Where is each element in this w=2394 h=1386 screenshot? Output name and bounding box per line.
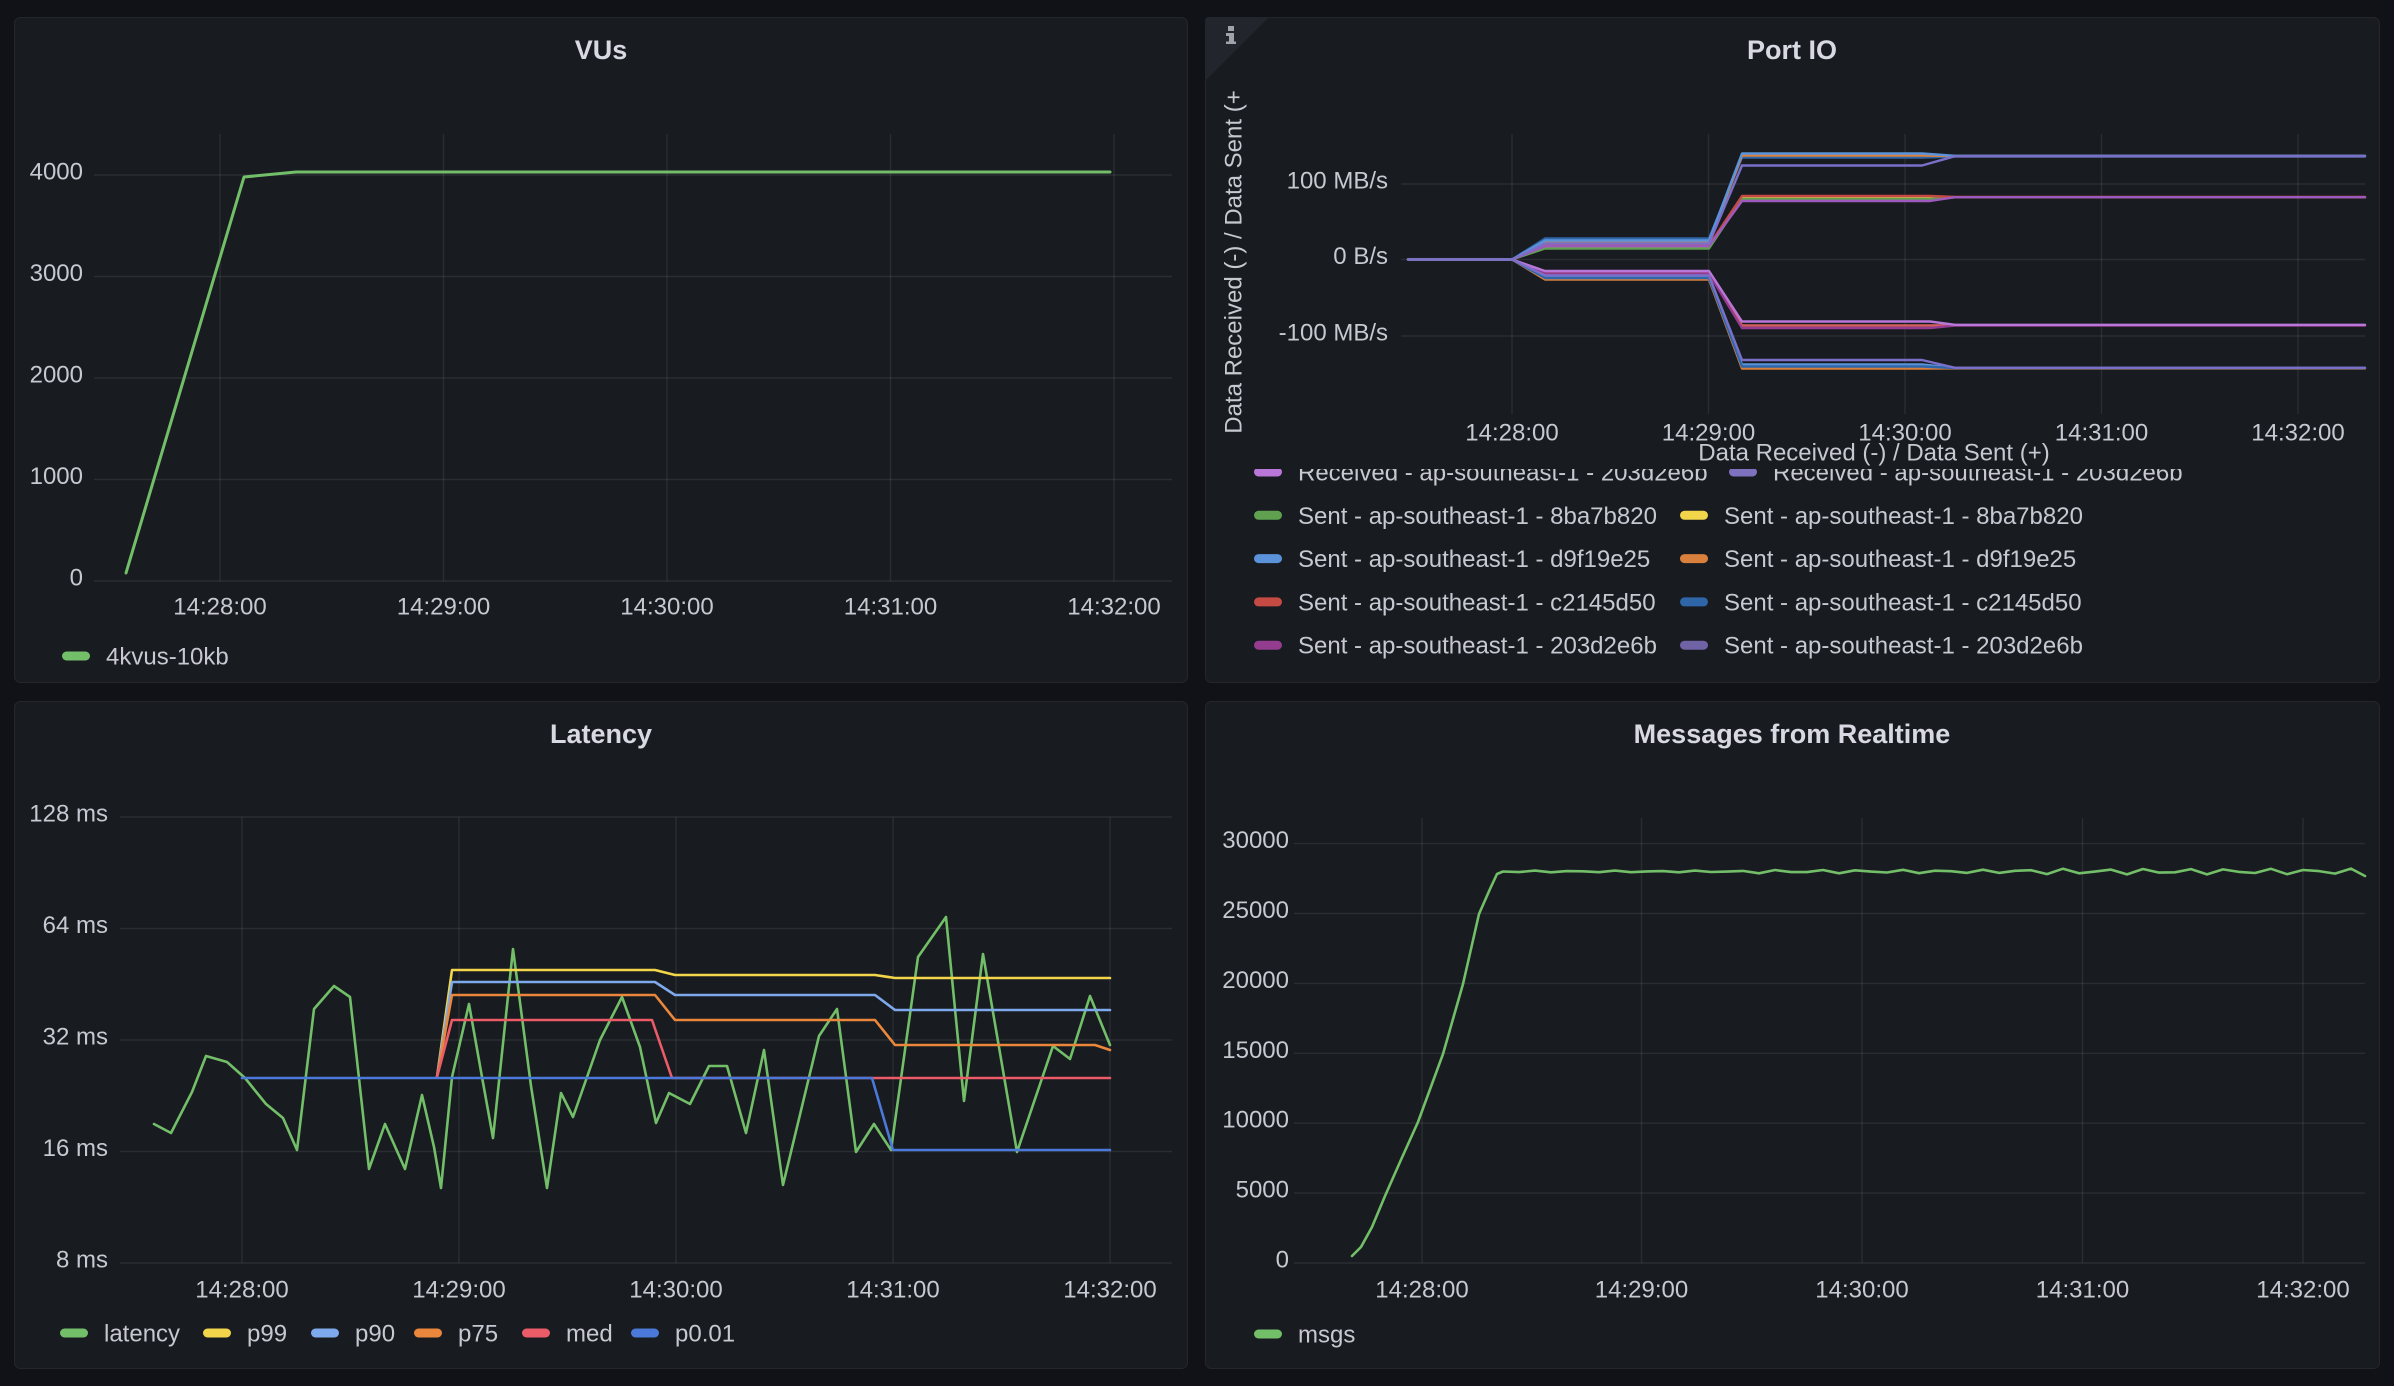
svg-text:0: 0	[1276, 1247, 1289, 1274]
svg-text:10000: 10000	[1222, 1107, 1289, 1134]
svg-text:p75: p75	[458, 1321, 498, 1348]
svg-text:Sent - ap-southeast-1 - 8ba7b8: Sent - ap-southeast-1 - 8ba7b820	[1724, 503, 2083, 530]
svg-text:4000: 4000	[30, 159, 83, 186]
svg-text:Sent - ap-southeast-1 - 8ba7b8: Sent - ap-southeast-1 - 8ba7b820	[1298, 503, 1657, 530]
svg-text:14:29:00: 14:29:00	[412, 1277, 505, 1304]
svg-text:128 ms: 128 ms	[29, 801, 108, 828]
svg-text:14:31:00: 14:31:00	[844, 594, 937, 621]
svg-text:Messages from Realtime: Messages from Realtime	[1634, 719, 1951, 749]
svg-text:Sent - ap-southeast-1 - c2145d: Sent - ap-southeast-1 - c2145d50	[1724, 589, 2082, 616]
svg-text:Sent - ap-southeast-1 - 203d2e: Sent - ap-southeast-1 - 203d2e6b	[1298, 633, 1657, 660]
svg-text:14:31:00: 14:31:00	[2036, 1277, 2129, 1304]
svg-text:14:30:00: 14:30:00	[1815, 1277, 1908, 1304]
svg-text:0: 0	[70, 565, 83, 592]
svg-text:14:30:00: 14:30:00	[620, 594, 713, 621]
svg-text:p90: p90	[355, 1321, 395, 1348]
svg-text:14:28:00: 14:28:00	[1375, 1277, 1468, 1304]
svg-text:VUs: VUs	[575, 35, 628, 65]
svg-text:Sent - ap-southeast-1 - 203d2e: Sent - ap-southeast-1 - 203d2e6b	[1724, 633, 2083, 660]
svg-text:med: med	[566, 1321, 613, 1348]
svg-text:msgs: msgs	[1298, 1322, 1355, 1349]
svg-text:20000: 20000	[1222, 967, 1289, 994]
svg-text:32 ms: 32 ms	[43, 1024, 108, 1051]
svg-text:Sent - ap-southeast-1 - c2145d: Sent - ap-southeast-1 - c2145d50	[1298, 589, 1656, 616]
svg-text:Sent - ap-southeast-1 - d9f19e: Sent - ap-southeast-1 - d9f19e25	[1298, 546, 1650, 573]
svg-text:Port IO: Port IO	[1747, 35, 1837, 65]
svg-text:16 ms: 16 ms	[43, 1135, 108, 1162]
svg-text:14:29:00: 14:29:00	[1595, 1277, 1688, 1304]
svg-text:8 ms: 8 ms	[56, 1247, 108, 1274]
svg-text:14:29:00: 14:29:00	[397, 594, 490, 621]
svg-text:3000: 3000	[30, 260, 83, 287]
svg-text:5000: 5000	[1236, 1177, 1289, 1204]
svg-text:4kvus-10kb: 4kvus-10kb	[106, 644, 229, 671]
svg-text:14:28:00: 14:28:00	[1465, 420, 1558, 447]
svg-text:14:32:00: 14:32:00	[2256, 1277, 2349, 1304]
svg-text:14:32:00: 14:32:00	[2251, 420, 2344, 447]
svg-text:25000: 25000	[1222, 897, 1289, 924]
svg-text:Data Received (-) / Data Sent: Data Received (-) / Data Sent (+	[1221, 90, 1248, 433]
svg-text:1000: 1000	[30, 463, 83, 490]
svg-text:-100 MB/s: -100 MB/s	[1279, 320, 1388, 347]
svg-text:64 ms: 64 ms	[43, 912, 108, 939]
svg-text:100 MB/s: 100 MB/s	[1287, 168, 1388, 195]
svg-text:14:28:00: 14:28:00	[173, 594, 266, 621]
svg-text:2000: 2000	[30, 362, 83, 389]
svg-text:Sent - ap-southeast-1 - d9f19e: Sent - ap-southeast-1 - d9f19e25	[1724, 546, 2076, 573]
svg-text:0 B/s: 0 B/s	[1333, 243, 1388, 270]
svg-text:14:30:00: 14:30:00	[629, 1277, 722, 1304]
svg-text:p0.01: p0.01	[675, 1321, 735, 1348]
svg-text:30000: 30000	[1222, 827, 1289, 854]
svg-text:14:28:00: 14:28:00	[195, 1277, 288, 1304]
svg-text:14:31:00: 14:31:00	[2055, 420, 2148, 447]
svg-text:14:31:00: 14:31:00	[846, 1277, 939, 1304]
svg-text:p99: p99	[247, 1321, 287, 1348]
svg-text:Data Received (-) / Data Sent: Data Received (-) / Data Sent (+)	[1698, 440, 2049, 467]
svg-text:15000: 15000	[1222, 1037, 1289, 1064]
svg-text:latency: latency	[104, 1321, 180, 1348]
svg-text:Latency: Latency	[550, 719, 652, 749]
svg-text:14:32:00: 14:32:00	[1067, 594, 1160, 621]
svg-text:14:32:00: 14:32:00	[1063, 1277, 1156, 1304]
